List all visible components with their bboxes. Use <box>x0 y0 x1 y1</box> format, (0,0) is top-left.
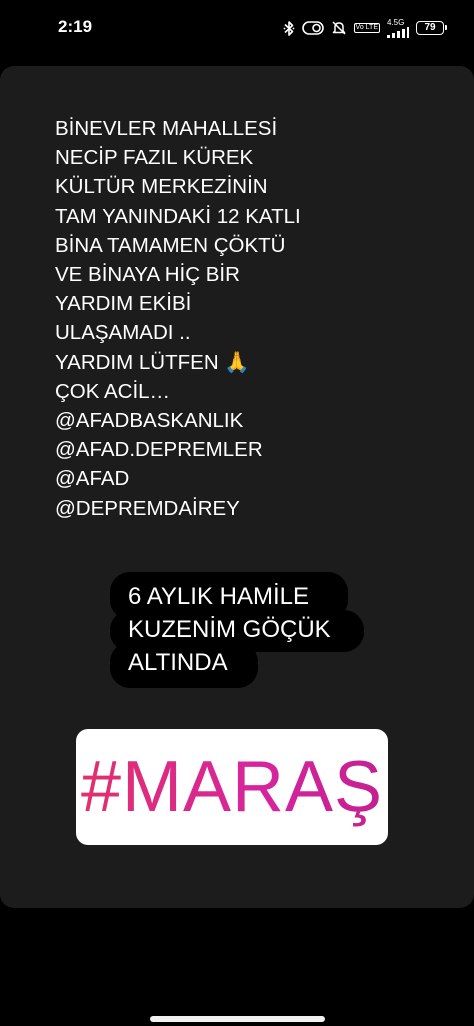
story-text-line: TAM YANINDAKİ 12 KATLI <box>55 204 301 228</box>
story-main-text: BİNEVLER MAHALLESİ NECİP FAZIL KÜREK KÜLTÜ… <box>55 114 301 523</box>
signal-icon: 4.5G <box>387 17 409 38</box>
story-text-line: @AFAD.DEPREMLER <box>55 438 263 462</box>
story-screen: 2:19 Vo LTE 4.5G 79 BİNEVLER MAHALLESİ N… <box>0 0 474 1026</box>
story-text-line: @DEPREMDAİREY <box>55 496 240 520</box>
bubble-text-line: KUZENİM GÖÇÜK <box>128 616 331 643</box>
story-text-line: @AFAD <box>55 467 130 491</box>
story-text-line: @AFADBASKANLIK <box>55 409 244 433</box>
bubble-text: 6 AYLIK HAMİLE KUZENİM GÖÇÜK ALTINDA <box>128 580 331 679</box>
volte-label: Vo LTE <box>353 23 380 33</box>
mute-icon <box>331 20 347 36</box>
story-text-line: NECİP FAZIL KÜREK <box>55 146 254 170</box>
story-text-line: BİNA TAMAMEN ÇÖKTÜ <box>55 233 286 257</box>
bubble-text-line: 6 AYLIK HAMİLE <box>128 583 309 610</box>
battery-icon: 79 <box>416 21 447 35</box>
bubble-text-line: ALTINDA <box>128 649 228 676</box>
story-text-line: VE BİNAYA HİÇ BİR <box>55 263 240 287</box>
story-text-line: YARDIM EKİBİ <box>55 292 192 316</box>
story-text-line: YARDIM LÜTFEN 🙏 <box>55 350 250 374</box>
story-text-line: KÜLTÜR MERKEZİNİN <box>55 175 268 199</box>
story-text-line: ULAŞAMADI .. <box>55 321 191 345</box>
story-text-line: BİNEVLER MAHALLESİ <box>55 117 278 140</box>
data-saver-icon <box>301 21 324 35</box>
bluetooth-icon <box>283 20 295 37</box>
status-bar: 2:19 Vo LTE 4.5G 79 <box>0 0 474 58</box>
hashtag-sticker[interactable]: #MARAŞ <box>76 729 388 845</box>
story-text-line: ÇOK ACİL… <box>55 379 171 403</box>
text-bubble-sticker[interactable]: 6 AYLIK HAMİLE KUZENİM GÖÇÜK ALTINDA <box>110 572 364 688</box>
hashtag-text: #MARAŞ <box>80 747 384 827</box>
volte-icon: Vo LTE <box>353 23 380 33</box>
status-time: 2:19 <box>58 17 93 36</box>
status-icons: Vo LTE 4.5G 79 <box>283 17 447 38</box>
home-indicator[interactable] <box>150 1016 325 1022</box>
network-type-label: 4.5G <box>387 17 405 27</box>
